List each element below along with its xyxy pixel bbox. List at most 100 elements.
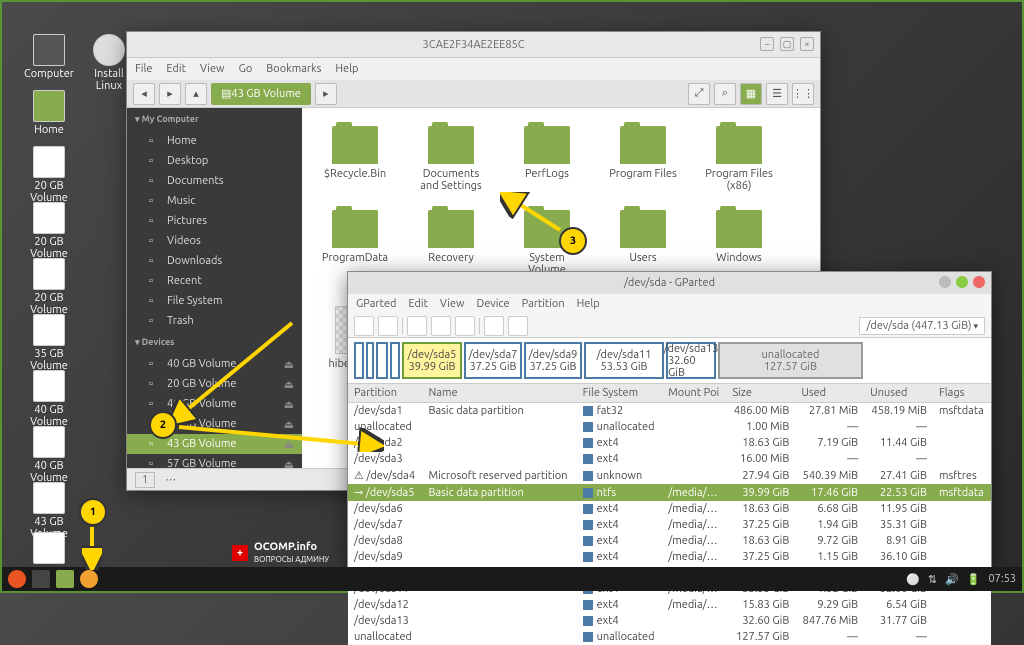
desktop-icon-20-gb-volume[interactable]: 20 GB Volume [24, 202, 74, 260]
maximize-icon[interactable] [956, 276, 968, 288]
partition-row[interactable]: /dev/sda7ext4/media/…37.25 GiB1.94 GiB35… [348, 517, 991, 533]
visual-part[interactable]: /dev/sda937.25 GiB [524, 342, 582, 379]
item-perflogs[interactable]: PerfLogs [512, 126, 582, 192]
taskbar-app-terminal[interactable] [32, 570, 50, 588]
partition-row[interactable]: /dev/sda8ext4/media/…18.63 GiB9.72 GiB8.… [348, 533, 991, 549]
col-mount-poi[interactable]: Mount Poi [662, 384, 726, 403]
visual-part[interactable]: /dev/sda737.25 GiB [464, 342, 522, 379]
gp-menu-gparted[interactable]: GParted [356, 298, 396, 310]
visual-part[interactable] [390, 342, 400, 379]
visual-part[interactable]: /dev/sda1332.60 GiB [666, 342, 716, 379]
gp-titlebar[interactable]: /dev/sda - GParted [348, 272, 991, 294]
gp-menu-partition[interactable]: Partition [522, 298, 565, 310]
sidebar-item-57-gb-volume[interactable]: ▫57 GB Volume⏏ [127, 454, 302, 468]
visual-part[interactable]: /dev/sda1153.53 GiB [584, 342, 664, 379]
partition-row[interactable]: ⊸ /dev/sda5Basic data partitionntfs/medi… [348, 484, 991, 501]
item-program-files[interactable]: Program Files [608, 126, 678, 192]
maximize-icon[interactable]: ▢ [780, 37, 794, 51]
gp-menu-view[interactable]: View [440, 298, 465, 310]
visual-part[interactable]: /dev/sda539.99 GiB [402, 342, 462, 379]
sidebar-item-recent[interactable]: ▫Recent [127, 271, 302, 291]
gp-menu-device[interactable]: Device [477, 298, 510, 310]
clock[interactable]: 07:53 [988, 573, 1016, 585]
menu-view[interactable]: View [200, 63, 225, 75]
desktop-icon-20-gb-volume[interactable]: 20 GB Volume [24, 146, 74, 204]
close-icon[interactable]: × [800, 37, 814, 51]
partition-row[interactable]: /dev/sda3ext416.00 MiB—— [348, 451, 991, 467]
col-size[interactable]: Size [726, 384, 795, 403]
delete-partition-button[interactable] [378, 316, 398, 336]
sidebar-item-file-system[interactable]: ▫File System [127, 291, 302, 311]
battery-icon[interactable]: 🔋 [967, 573, 981, 586]
sidebar-item-pictures[interactable]: ▫Pictures [127, 211, 302, 231]
close-icon[interactable] [973, 276, 985, 288]
col-name[interactable]: Name [423, 384, 577, 403]
col-partition[interactable]: Partition [348, 384, 423, 403]
item--recycle-bin[interactable]: $Recycle.Bin [320, 126, 390, 192]
desktop-icon-20-gb-volume[interactable]: 20 GB Volume [24, 258, 74, 316]
visual-part[interactable]: unallocated127.57 GiB [718, 342, 863, 379]
partition-row[interactable]: unallocatedunallocated127.57 GiB—— [348, 629, 991, 645]
bluetooth-icon[interactable]: ⚪ [906, 573, 920, 586]
desktop-icon-40-gb-volume[interactable]: 40 GB Volume [24, 426, 74, 484]
col-file-system[interactable]: File System [577, 384, 663, 403]
partition-row[interactable]: ⚠ /dev/sda4Microsoft reserved partitionu… [348, 467, 991, 484]
apply-button[interactable] [508, 316, 528, 336]
item-program-files-x86-[interactable]: Program Files (x86) [704, 126, 774, 192]
paste-button[interactable] [455, 316, 475, 336]
breadcrumb-next-icon[interactable]: ▸ [315, 83, 337, 105]
minimize-icon[interactable] [939, 276, 951, 288]
forward-button[interactable]: ▸ [159, 83, 181, 105]
desktop-icon-computer[interactable]: Computer [24, 34, 74, 80]
menu-help[interactable]: Help [335, 63, 358, 75]
visual-part[interactable] [366, 342, 374, 379]
up-button[interactable]: ▴ [185, 83, 207, 105]
search-icon[interactable]: ⌕ [714, 83, 736, 105]
partition-row[interactable]: /dev/sda6ext4/media/…18.63 GiB6.68 GiB11… [348, 501, 991, 517]
partition-row[interactable]: /dev/sda13ext432.60 GiB847.76 MiB31.77 G… [348, 613, 991, 629]
back-button[interactable]: ◂ [133, 83, 155, 105]
partition-row[interactable]: /dev/sda2ext418.63 GiB7.19 GiB11.44 GiB [348, 435, 991, 451]
col-used[interactable]: Used [795, 384, 864, 403]
compact-view-button[interactable]: ⋮⋮ [792, 83, 814, 105]
sidebar-item-downloads[interactable]: ▫Downloads [127, 251, 302, 271]
partition-row[interactable]: /dev/sda9ext4/media/…37.25 GiB1.15 GiB36… [348, 549, 991, 565]
minimize-icon[interactable]: – [760, 37, 774, 51]
desktop-icon-40-gb-volume[interactable]: 40 GB Volume [24, 370, 74, 428]
partition-visual[interactable]: /dev/sda539.99 GiB/dev/sda737.25 GiB/dev… [348, 338, 991, 384]
taskbar-app-files[interactable] [56, 570, 74, 588]
sidebar-item-documents[interactable]: ▫Documents [127, 171, 302, 191]
menu-button[interactable] [8, 570, 26, 588]
resize-button[interactable] [407, 316, 427, 336]
partition-row[interactable]: /dev/sda12ext4/media/…15.83 GiB9.29 GiB6… [348, 597, 991, 613]
item-documents-and-settings[interactable]: Documents and Settings [416, 126, 486, 192]
volume-icon[interactable]: 🔊 [945, 573, 959, 586]
disk-selector[interactable]: /dev/sda (447.13 GiB) ▾ [859, 317, 985, 335]
col-flags[interactable]: Flags [933, 384, 991, 403]
undo-button[interactable] [484, 316, 504, 336]
new-partition-button[interactable] [354, 316, 374, 336]
desktop-icon-home[interactable]: Home [24, 90, 74, 136]
partition-row[interactable]: unallocatedunallocated1.00 MiB—— [348, 419, 991, 435]
sidebar-item-desktop[interactable]: ▫Desktop [127, 151, 302, 171]
sidebar-item-music[interactable]: ▫Music [127, 191, 302, 211]
desktop-icon-35-gb-volume[interactable]: 35 GB Volume [24, 314, 74, 372]
sidebar-item-videos[interactable]: ▫Videos [127, 231, 302, 251]
menu-file[interactable]: File [135, 63, 152, 75]
gp-menu-help[interactable]: Help [577, 298, 600, 310]
tab-indicator[interactable]: 1 [135, 472, 155, 488]
network-icon[interactable]: ⇅ [928, 573, 937, 586]
visual-part[interactable] [376, 342, 388, 379]
fm-titlebar[interactable]: 3CAE2F34AE2EE85C – ▢ × [127, 32, 820, 58]
gp-menu-edit[interactable]: Edit [408, 298, 428, 310]
menu-go[interactable]: Go [239, 63, 253, 75]
icon-view-button[interactable]: ▦ [740, 83, 762, 105]
list-view-button[interactable]: ☰ [766, 83, 788, 105]
path-button[interactable]: ⤢ [688, 83, 710, 105]
copy-button[interactable] [431, 316, 451, 336]
menu-edit[interactable]: Edit [166, 63, 186, 75]
visual-part[interactable] [354, 342, 364, 379]
sidebar-item-home[interactable]: ▫Home [127, 131, 302, 151]
col-unused[interactable]: Unused [864, 384, 933, 403]
breadcrumb[interactable]: ▤ 43 GB Volume [211, 83, 311, 105]
